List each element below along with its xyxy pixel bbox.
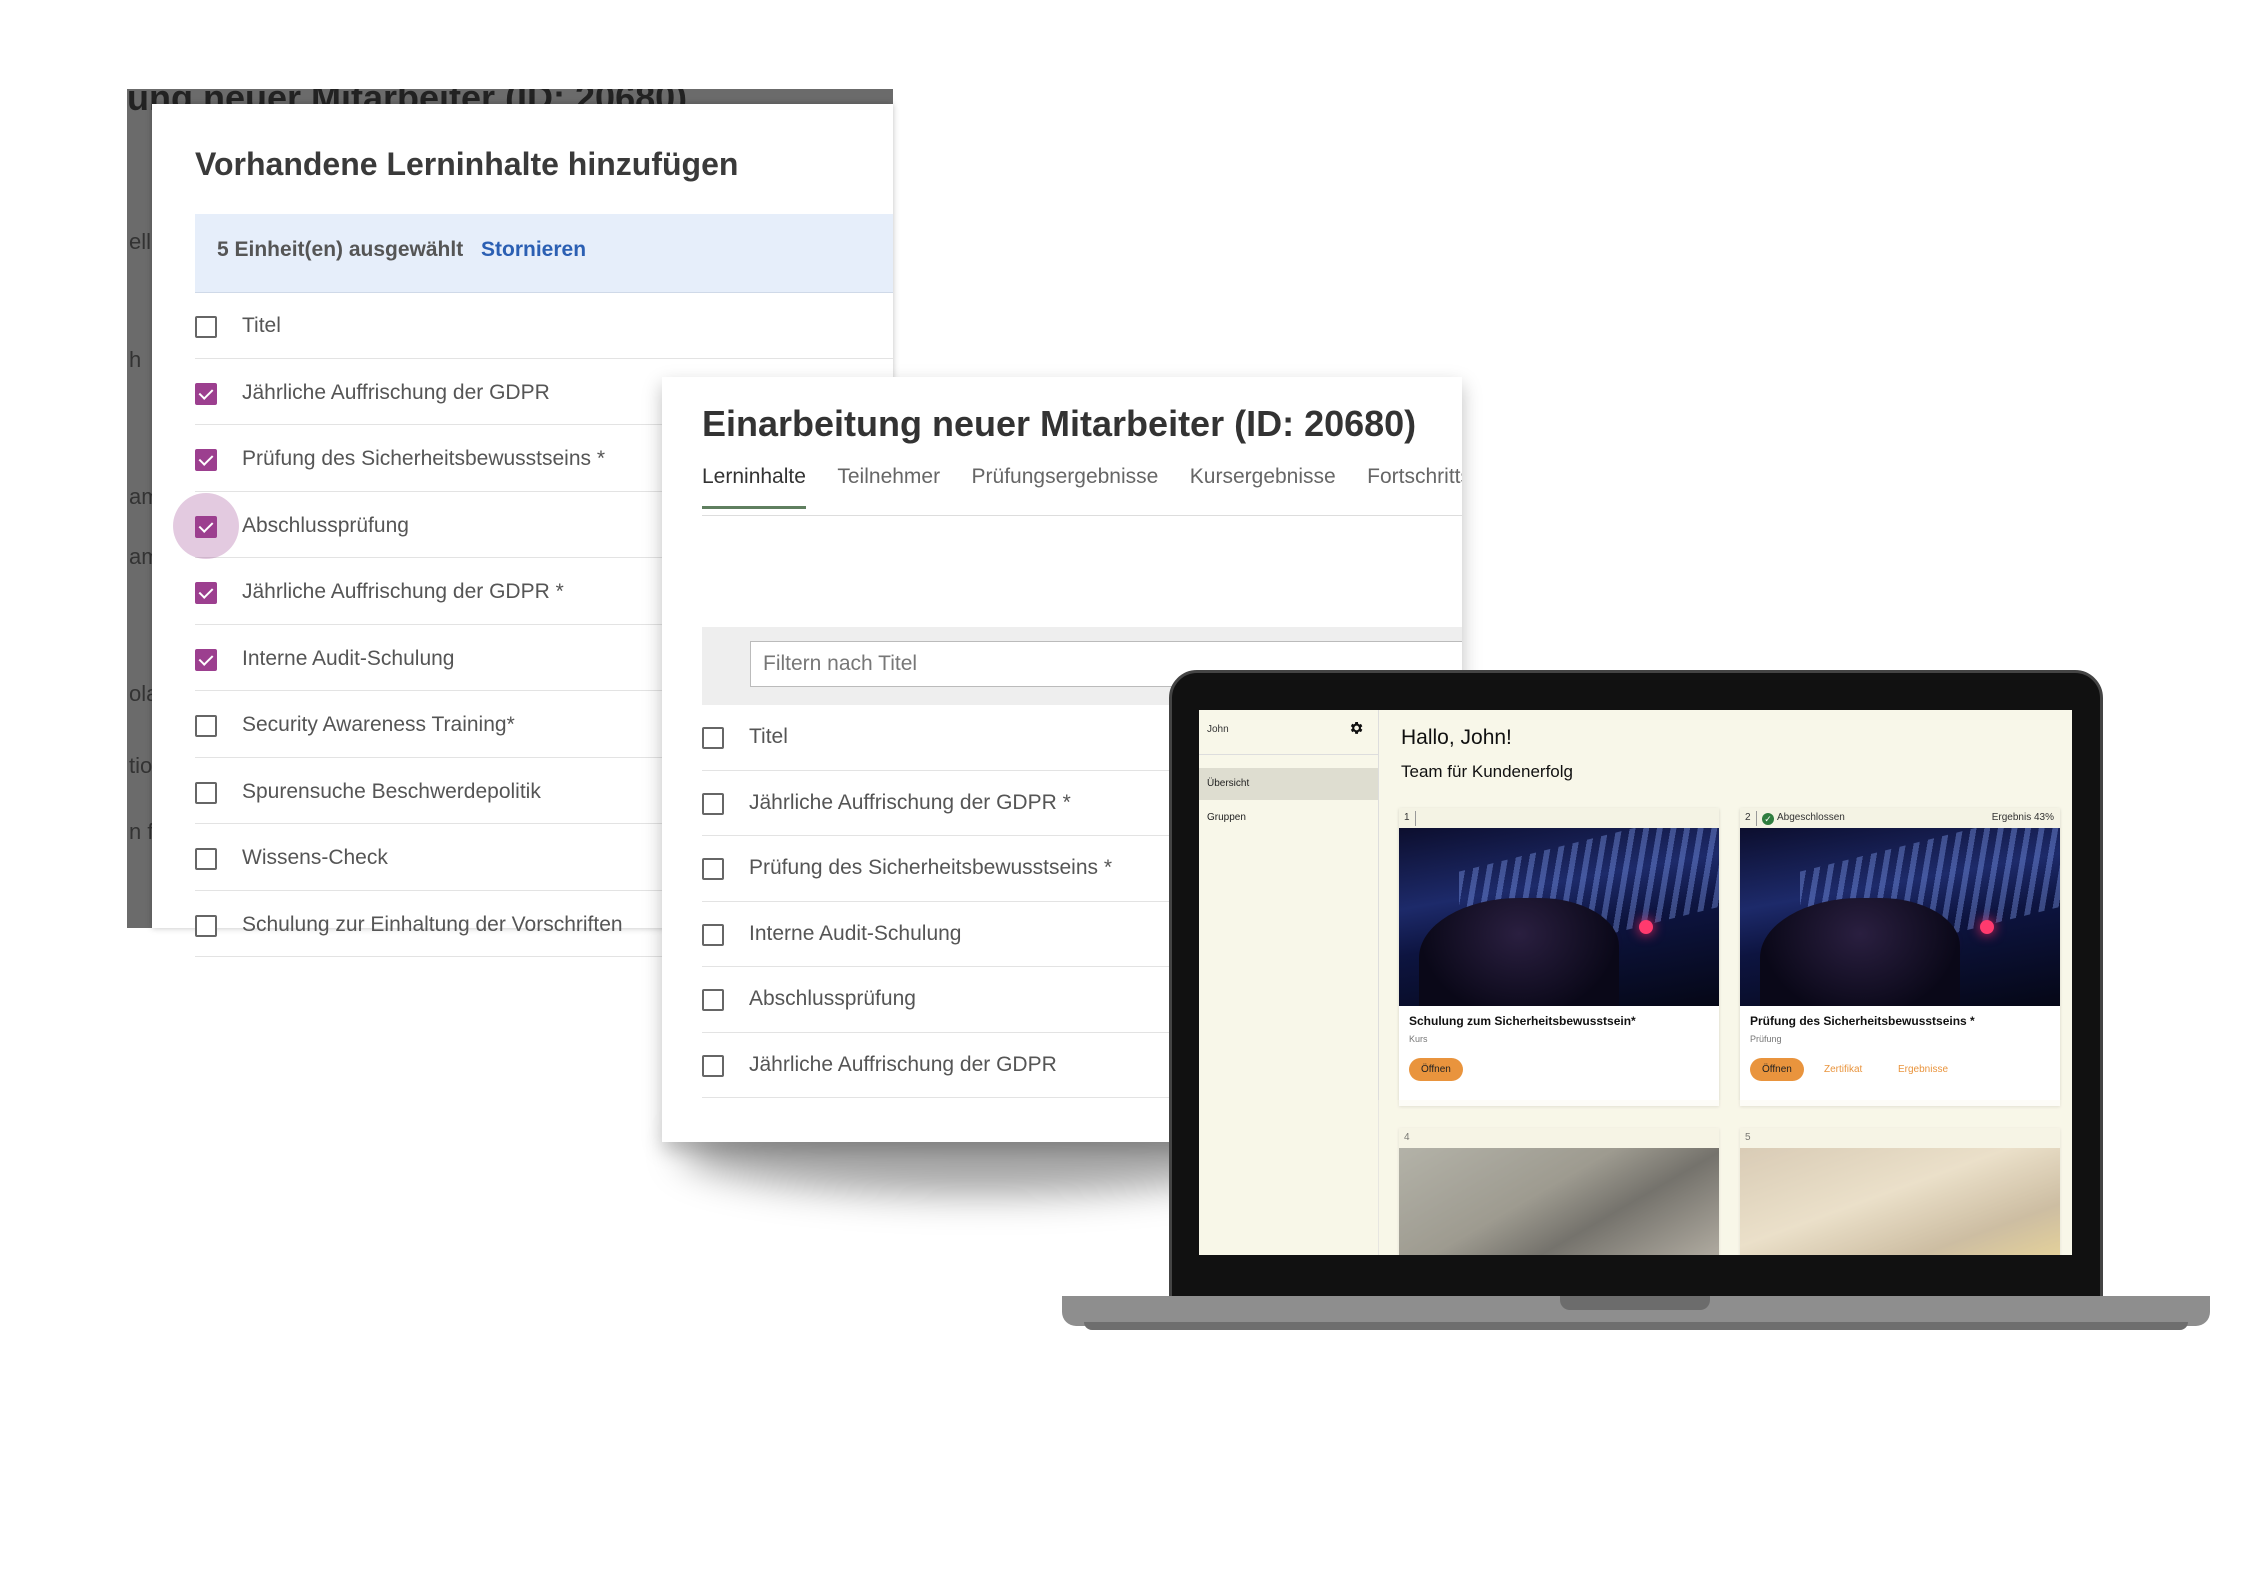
card-body: Prüfung des Sicherheitsbewusstseins * Pr… <box>1740 1006 2060 1106</box>
laptop-notch <box>1560 1296 1710 1310</box>
card-title: Schulung zum Sicherheitsbewusstsein* <box>1409 1014 1636 1028</box>
sidebar-item-gruppen[interactable]: Gruppen <box>1199 802 1378 834</box>
table-row-label: Prüfung des Sicherheitsbewusstseins * <box>749 856 1113 879</box>
table-row-label: Abschlussprüfung <box>749 987 916 1010</box>
checkbox-checked[interactable] <box>195 582 217 604</box>
checkbox-checked[interactable] <box>195 449 217 471</box>
check-icon: ✓ <box>1762 813 1774 825</box>
card-title: Prüfung des Sicherheitsbewusstseins * <box>1750 1014 1975 1028</box>
laptop-base-edge <box>1084 1322 2188 1330</box>
cancel-link[interactable]: Stornieren <box>481 238 586 262</box>
table-row-label: Jährliche Auffrischung der GDPR * <box>749 790 1071 814</box>
selection-count: 5 Einheit(en) ausgewählt <box>217 238 464 261</box>
card-type: Prüfung <box>1750 1034 1782 1044</box>
open-button[interactable]: Öffnen <box>1750 1058 1804 1081</box>
checkbox[interactable] <box>195 781 217 804</box>
tab-lerninhalte[interactable]: Lerninhalte <box>702 465 806 509</box>
list-item-label: Schulung zur Einhaltung der Vorschriften <box>242 912 623 936</box>
page-title: Einarbeitung neuer Mitarbeiter (ID: 2068… <box>702 403 1417 444</box>
card-header: 1 <box>1399 808 1719 828</box>
background-text-fragment: n f <box>129 819 154 844</box>
list-item-label: Wissens-Check <box>242 846 388 869</box>
checkbox[interactable] <box>702 792 724 815</box>
background-text-fragment: tio <box>129 753 153 778</box>
card-image <box>1399 828 1719 1006</box>
table-row-label: Jährliche Auffrischung der GDPR <box>749 1052 1057 1076</box>
table-row-label: Interne Audit-Schulung <box>749 921 962 945</box>
list-item-label: Abschlussprüfung <box>242 513 409 537</box>
tab-bar: Lerninhalte Teilnehmer Prüfungsergebniss… <box>702 465 1462 516</box>
column-header-title: Titel <box>749 725 788 748</box>
team-name: Team für Kundenerfolg <box>1401 762 1573 781</box>
tab-pruefungsergebnisse[interactable]: Prüfungsergebnisse <box>972 465 1159 507</box>
course-card: 1 Schulung zum Sicherheitsbewusstsein* K… <box>1399 808 1719 1106</box>
card-body: Schulung zum Sicherheitsbewusstsein* Kur… <box>1399 1006 1719 1106</box>
results-link[interactable]: Ergebnisse <box>1898 1064 1948 1075</box>
score-label: Ergebnis 43% <box>1991 812 2054 823</box>
status-badge: ✓ Abgeschlossen <box>1762 812 1845 825</box>
card-header: 2 ✓ Abgeschlossen Ergebnis 43% <box>1740 808 2060 828</box>
card-number: 2 <box>1745 812 1751 823</box>
column-header-title: Titel <box>242 314 281 337</box>
checkbox[interactable] <box>702 989 724 1011</box>
tab-kursergebnisse[interactable]: Kursergebnisse <box>1190 465 1336 507</box>
divider <box>1199 754 1378 755</box>
divider <box>1415 811 1416 826</box>
tab-fortschritt[interactable]: Fortschrittsb <box>1367 465 1462 507</box>
list-item-label: Spurensuche Beschwerdepolitik <box>242 779 541 803</box>
checkbox[interactable] <box>702 1054 724 1077</box>
card-image <box>1740 828 2060 1006</box>
checkbox[interactable] <box>702 858 724 880</box>
checkbox[interactable] <box>195 848 217 870</box>
card-number: 1 <box>1404 812 1410 823</box>
open-button[interactable]: Öffnen <box>1409 1058 1463 1081</box>
user-name: John <box>1207 724 1229 735</box>
gear-icon[interactable] <box>1348 720 1364 736</box>
background-text-fragment: h <box>129 347 142 372</box>
list-item-label: Jährliche Auffrischung der GDPR <box>242 380 550 404</box>
divider <box>1756 811 1757 826</box>
list-item-label: Interne Audit-Schulung <box>242 646 455 670</box>
selection-bar: 5 Einheit(en) ausgewählt Stornieren <box>195 214 893 293</box>
screen-fade-overlay <box>1199 1100 2072 1255</box>
certificate-link[interactable]: Zertifikat <box>1824 1064 1862 1075</box>
checkbox[interactable] <box>195 914 217 937</box>
checkbox[interactable] <box>195 715 217 737</box>
checkbox-checked[interactable] <box>195 648 217 671</box>
list-header-row: Titel <box>195 292 893 359</box>
greeting: Hallo, John! <box>1401 726 1512 749</box>
list-item-label: Prüfung des Sicherheitsbewusstseins * <box>242 447 606 470</box>
learner-dashboard: John Übersicht Gruppen Hallo, John! Team… <box>1199 710 2072 1255</box>
dialog-title: Vorhandene Lerninhalte hinzufügen <box>195 146 739 182</box>
sidebar-item-uebersicht[interactable]: Übersicht <box>1199 768 1378 800</box>
list-item-label: Jährliche Auffrischung der GDPR * <box>242 580 564 603</box>
checkbox-checked[interactable] <box>195 382 217 405</box>
status-label: Abgeschlossen <box>1777 812 1845 823</box>
checkbox[interactable] <box>702 923 724 946</box>
card-type: Kurs <box>1409 1034 1428 1044</box>
checkbox-checked[interactable] <box>195 515 217 538</box>
select-all-checkbox[interactable] <box>702 727 724 749</box>
background-text-fragment: ell <box>129 229 152 254</box>
select-all-checkbox[interactable] <box>195 316 217 338</box>
tab-teilnehmer[interactable]: Teilnehmer <box>837 465 940 507</box>
exam-card: 2 ✓ Abgeschlossen Ergebnis 43% Prüfung de… <box>1740 808 2060 1106</box>
list-item-label: Security Awareness Training* <box>242 713 515 736</box>
